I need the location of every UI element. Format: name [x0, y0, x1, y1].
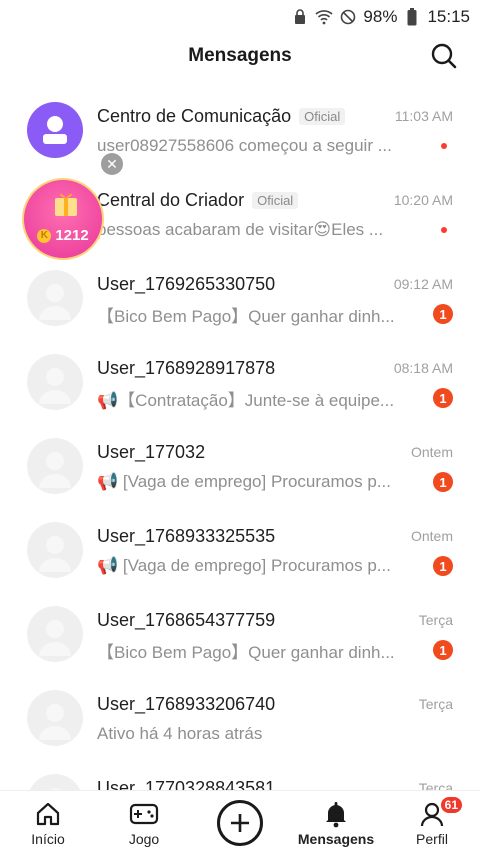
message-time: Terça	[418, 612, 453, 628]
default-avatar-icon	[39, 620, 71, 656]
avatar	[27, 522, 83, 578]
avatar	[27, 774, 83, 790]
contact-name: User_1770328843581	[97, 777, 276, 791]
avatar	[27, 438, 83, 494]
unread-count-badge: 1	[433, 472, 453, 492]
status-bar: 98% 15:15	[0, 0, 480, 34]
unread-count-badge: 1	[433, 640, 453, 660]
profile-notification-badge: 61	[438, 794, 464, 815]
contact-name: Centro de Comunicação	[97, 105, 292, 126]
home-icon	[33, 799, 63, 829]
unread-dot	[441, 143, 447, 149]
unread-count-badge: 1	[433, 304, 453, 324]
unread-count-badge: 1	[433, 388, 453, 408]
nav-game[interactable]: Jogo	[96, 791, 192, 854]
bottom-nav: Início Jogo Mensagens Perfil 61	[0, 790, 480, 854]
message-time: 09:12 AM	[393, 276, 453, 292]
message-preview: user08927558606 começou a seguir ...	[97, 136, 392, 155]
avatar	[27, 102, 83, 158]
nav-home-label: Início	[31, 830, 65, 847]
message-time: 11:03 AM	[394, 108, 453, 124]
unread-dot	[441, 227, 447, 233]
message-preview: Ativo há 4 horas atrás	[97, 724, 263, 743]
unread-count-badge: 1	[433, 556, 453, 576]
page-title: Mensagens	[188, 45, 292, 66]
message-row[interactable]: User_1770328843581 Terça	[0, 760, 480, 790]
gift-icon	[55, 193, 77, 216]
message-row[interactable]: User_1768933206740 Terça Ativo há 4 hora…	[0, 676, 480, 760]
battery-icon	[403, 8, 421, 26]
lock-icon	[291, 8, 309, 26]
message-row[interactable]: User_1769265330750 09:12 AM 【Bico Bem Pa…	[0, 256, 480, 340]
avatar	[27, 270, 83, 326]
message-time: Terça	[418, 780, 453, 790]
official-badge: Oficial	[299, 107, 346, 125]
default-avatar-icon	[39, 368, 71, 404]
default-avatar-icon	[39, 536, 71, 572]
message-row[interactable]: User_1768654377759 Terça 【Bico Bem Pago】…	[0, 592, 480, 676]
clock: 15:15	[427, 7, 470, 26]
message-row[interactable]: User_1768928917878 08:18 AM 📢【Contrataçã…	[0, 340, 480, 424]
official-badge: Oficial	[252, 191, 299, 209]
default-avatar-icon	[39, 452, 71, 488]
do-not-disturb-icon	[339, 8, 357, 26]
message-time: 10:20 AM	[393, 192, 453, 208]
message-preview: 【Bico Bem Pago】Quer ganhar dinh...	[97, 306, 395, 326]
coin-count: K 1212	[24, 227, 102, 244]
message-row[interactable]: User_177032 Ontem 📢 [Vaga de emprego] Pr…	[0, 424, 480, 508]
default-avatar-icon	[49, 788, 61, 790]
header: Mensagens	[0, 34, 480, 78]
message-row[interactable]: User_1768933325535 Ontem 📢 [Vaga de empr…	[0, 508, 480, 592]
nav-home[interactable]: Início	[0, 791, 96, 854]
official-person-icon	[43, 116, 67, 144]
battery-level: 98%	[363, 7, 398, 26]
nav-messages-label: Mensagens	[297, 830, 375, 847]
message-preview: 📢 [Vaga de emprego] Procuramos p...	[97, 556, 391, 575]
coin-icon: K	[37, 229, 52, 244]
plus-icon	[217, 799, 263, 846]
contact-name: User_1768654377759	[97, 609, 276, 630]
contact-name: User_177032	[97, 441, 206, 462]
message-preview: 【Bico Bem Pago】Quer ganhar dinh...	[97, 642, 395, 662]
bell-icon	[321, 799, 351, 829]
nav-game-label: Jogo	[128, 830, 160, 847]
contact-name: User_1768933325535	[97, 525, 276, 546]
message-time: Ontem	[410, 444, 453, 460]
default-avatar-icon	[39, 284, 71, 320]
search-icon	[431, 43, 457, 69]
gamepad-icon	[129, 799, 159, 829]
message-row-centro-comunicacao[interactable]: Centro de Comunicação Oficial 11:03 AM u…	[0, 88, 480, 172]
avatar	[27, 690, 83, 746]
avatar	[27, 606, 83, 662]
contact-name: User_1768933206740	[97, 693, 276, 714]
coin-reward-widget[interactable]: K 1212	[22, 178, 104, 260]
nav-profile[interactable]: Perfil 61	[384, 791, 480, 854]
message-preview: 📢【Contratação】Junte-se à equipe...	[97, 390, 395, 410]
message-preview: pessoas acabaram de visitar😍Eles ...	[97, 220, 384, 239]
nav-profile-label: Perfil	[416, 830, 448, 847]
nav-messages[interactable]: Mensagens	[288, 791, 384, 854]
contact-name: User_1769265330750	[97, 273, 276, 294]
avatar	[27, 354, 83, 410]
message-time: Terça	[418, 696, 453, 712]
contact-name: User_1768928917878	[97, 357, 276, 378]
message-time: Ontem	[410, 528, 453, 544]
nav-create-button[interactable]	[192, 791, 288, 854]
search-button[interactable]	[428, 40, 460, 72]
contact-name: Central do Criador	[97, 189, 245, 210]
message-preview: 📢 [Vaga de emprego] Procuramos p...	[97, 472, 391, 491]
close-floating-widget-button[interactable]: ✕	[101, 153, 123, 175]
message-time: 08:18 AM	[393, 360, 453, 376]
wifi-icon	[315, 8, 333, 26]
default-avatar-icon	[39, 704, 71, 740]
